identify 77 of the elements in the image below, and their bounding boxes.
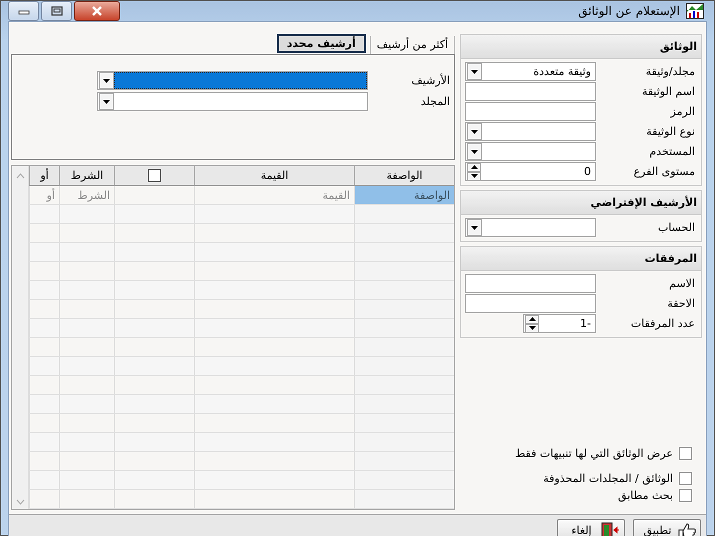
spin-field[interactable]: 0	[465, 162, 596, 181]
field-label: الحساب	[656, 221, 696, 234]
apply-button[interactable]: تطبيق	[633, 519, 701, 536]
table-cell	[59, 319, 114, 338]
text-field[interactable]	[465, 274, 596, 293]
spin-up-button[interactable]	[525, 314, 539, 324]
table-cell	[29, 319, 59, 338]
checkbox[interactable]	[679, 447, 692, 460]
spin-up-button[interactable]	[467, 162, 481, 172]
table-cell	[59, 471, 114, 490]
up-arrow-icon	[470, 164, 478, 170]
dropdown-field[interactable]	[465, 218, 596, 237]
group-title: الأرشيف الإفتراضي	[461, 191, 701, 215]
window-title: الإستعلام عن الوثائق	[578, 4, 680, 18]
scroll-down-icon	[16, 499, 24, 505]
minimize-button[interactable]	[8, 1, 39, 21]
spin-field[interactable]: -1	[523, 314, 596, 333]
table-cell	[29, 243, 59, 262]
close-button[interactable]	[74, 1, 120, 21]
close-icon	[90, 5, 104, 17]
field-label: المجلد	[420, 95, 451, 108]
table-cell	[29, 471, 59, 490]
table-cell	[59, 433, 114, 452]
field-label: الرمز	[669, 105, 696, 118]
door-icon	[601, 520, 620, 536]
table-cell[interactable]: الواصفة	[354, 186, 454, 205]
thumbs-up-icon	[677, 520, 696, 536]
column-header[interactable]: الواصفة	[354, 166, 454, 185]
up-arrow-icon	[528, 316, 536, 322]
checkbox[interactable]	[679, 472, 692, 485]
table-cell	[59, 281, 114, 300]
table-cell	[29, 281, 59, 300]
column-header[interactable]: الشرط	[59, 166, 114, 185]
table-cell	[59, 395, 114, 414]
column-header[interactable]: القيمة	[194, 166, 354, 185]
dropdown-field[interactable]: وثيقة متعددة	[465, 62, 596, 81]
restore-icon	[50, 5, 64, 17]
dropdown-field[interactable]	[465, 122, 596, 141]
dropdown-field[interactable]	[97, 71, 368, 90]
table-cell	[29, 357, 59, 376]
group-title: الوثائق	[461, 35, 701, 59]
table-cell	[29, 205, 59, 224]
text-field[interactable]	[465, 294, 596, 313]
text-field[interactable]	[465, 82, 596, 101]
down-arrow-icon	[528, 325, 536, 331]
field-label: المستخدم	[648, 145, 696, 158]
field-label: عدد المرفقات	[630, 317, 696, 330]
checkbox-label: بحث مطابق	[618, 489, 673, 502]
table-cell	[29, 433, 59, 452]
tab[interactable]: أكثر من أرشيف	[370, 36, 455, 54]
table-cell	[29, 395, 59, 414]
table-cell	[59, 357, 114, 376]
field-label: اسم الوثيقة	[640, 85, 696, 98]
field-label: الأرشيف	[410, 74, 451, 87]
field-label: مستوى الفرع	[632, 165, 696, 178]
down-arrow-icon	[470, 173, 478, 179]
field-label: مجلد/وثيقة	[644, 65, 696, 78]
restore-button[interactable]	[41, 1, 72, 21]
dropdown-field[interactable]	[97, 92, 368, 111]
text-field[interactable]	[465, 102, 596, 121]
table-cell	[59, 205, 114, 224]
tab[interactable]: أرشيف محدد	[276, 34, 366, 53]
scroll-up-icon	[16, 173, 24, 179]
app-icon	[686, 3, 704, 19]
table-cell	[59, 490, 114, 509]
checkbox[interactable]	[148, 169, 161, 182]
table-cell	[59, 243, 114, 262]
checkbox-label: عرض الوثائق التي لها تنبيهات فقط	[515, 447, 673, 460]
checkbox[interactable]	[679, 489, 692, 502]
dropdown-field[interactable]	[465, 142, 596, 161]
scrollbar[interactable]	[12, 166, 29, 509]
field-label: الاحقة	[666, 297, 696, 310]
group-title: المرفقات	[461, 247, 701, 271]
field-label: نوع الوثيقة	[645, 125, 696, 138]
checkbox-label: الوثائق / المجلدات المحذوفة	[543, 472, 673, 485]
field-label: الاسم	[668, 277, 696, 290]
cancel-button[interactable]: إلغاء	[557, 519, 625, 536]
